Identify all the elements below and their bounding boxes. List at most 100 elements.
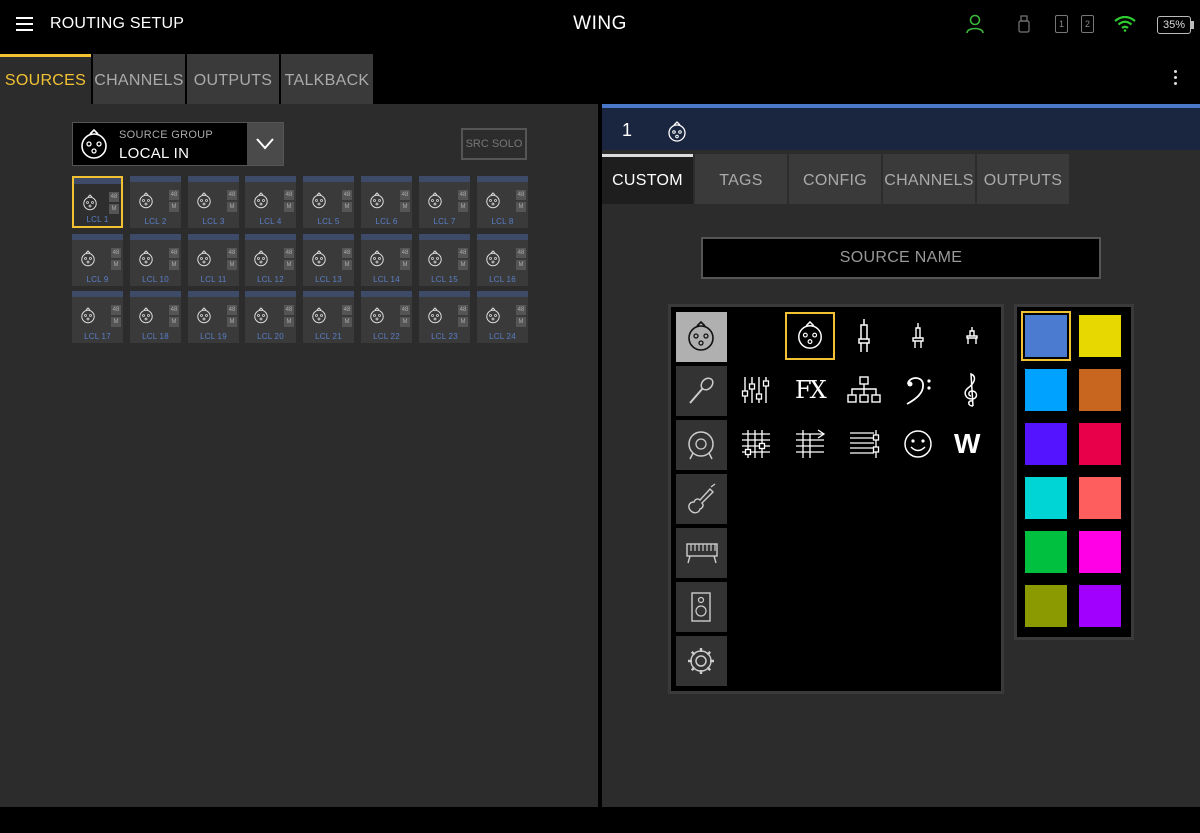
icon-option-fx[interactable]: FX <box>785 366 835 414</box>
source-tile[interactable]: 48 M LCL 1 <box>72 176 123 228</box>
source-group-dropdown[interactable] <box>247 123 283 165</box>
icon-option-mixer[interactable] <box>731 366 781 414</box>
source-tile[interactable]: 48 M LCL 22 <box>361 291 412 343</box>
source-label: LCL 13 <box>315 275 342 284</box>
icon-option-jack-large[interactable] <box>839 312 889 360</box>
color-swatch[interactable] <box>1079 315 1121 357</box>
icon-option-treble-clef[interactable] <box>947 366 997 414</box>
icon-option-main[interactable] <box>839 420 889 468</box>
source-tile[interactable]: 48 M LCL 15 <box>419 234 470 286</box>
source-tile[interactable]: 48 M LCL 11 <box>188 234 239 286</box>
color-swatch[interactable] <box>1079 369 1121 411</box>
icon-option-mini-jack[interactable] <box>947 312 997 360</box>
icon-option-jack-small[interactable] <box>893 312 943 360</box>
color-swatch[interactable] <box>1025 423 1067 465</box>
source-tile[interactable]: 48 M LCL 6 <box>361 176 412 228</box>
source-sub-tabs: CUSTOM TAGS CONFIG CHANNELS OUTPUTS <box>602 154 1200 204</box>
source-tile[interactable]: 48 M LCL 23 <box>419 291 470 343</box>
source-tile[interactable]: 48 M LCL 4 <box>245 176 296 228</box>
more-options-icon[interactable] <box>1170 70 1180 90</box>
phantom-power-badge: 48 <box>284 248 294 258</box>
source-tile[interactable]: 48 M LCL 21 <box>303 291 354 343</box>
source-label: LCL 21 <box>315 332 342 341</box>
source-group-selector[interactable]: SOURCE GROUP LOCAL IN <box>72 122 284 166</box>
xlr-icon <box>428 192 442 209</box>
drum-icon <box>688 431 714 460</box>
category-keyboard[interactable] <box>676 528 727 578</box>
tab-outputs[interactable]: OUTPUTS <box>977 154 1069 204</box>
source-tile[interactable]: 48 M LCL 19 <box>188 291 239 343</box>
color-swatch[interactable] <box>1025 531 1067 573</box>
source-tile[interactable]: 48 M LCL 13 <box>303 234 354 286</box>
source-tile[interactable]: 48 M LCL 14 <box>361 234 412 286</box>
source-tile[interactable]: 48 M LCL 24 <box>477 291 528 343</box>
tile-color-bar <box>245 176 296 182</box>
icon-option-xlr[interactable] <box>785 312 835 360</box>
category-settings[interactable] <box>676 636 727 686</box>
xlr-icon <box>254 307 268 324</box>
source-label: LCL 15 <box>431 275 458 284</box>
color-swatch[interactable] <box>1079 585 1121 627</box>
menu-icon[interactable] <box>16 17 33 31</box>
tile-color-bar <box>245 291 296 297</box>
tab-custom[interactable]: CUSTOM <box>602 154 693 204</box>
tab-talkback[interactable]: TALKBACK <box>281 54 373 104</box>
color-swatch[interactable] <box>1079 531 1121 573</box>
category-guitar[interactable] <box>676 474 727 524</box>
tile-color-bar <box>477 234 528 240</box>
tab-sources[interactable]: SOURCES <box>0 54 91 104</box>
source-tile[interactable]: 48 M LCL 18 <box>130 291 181 343</box>
source-tile[interactable]: 48 M LCL 9 <box>72 234 123 286</box>
icon-picker: FX W <box>668 304 1004 694</box>
source-tile[interactable]: 48 M LCL 3 <box>188 176 239 228</box>
xlr-icon <box>312 192 326 209</box>
icon-option-bus[interactable] <box>785 420 835 468</box>
icon-option-wing[interactable]: W <box>947 420 997 468</box>
source-tile[interactable]: 48 M LCL 16 <box>477 234 528 286</box>
source-tile[interactable]: 48 M LCL 20 <box>245 291 296 343</box>
source-tile[interactable]: 48 M LCL 5 <box>303 176 354 228</box>
icon-option-matrix[interactable] <box>731 420 781 468</box>
color-swatch[interactable] <box>1079 423 1121 465</box>
tile-color-bar <box>361 291 412 297</box>
category-drum[interactable] <box>676 420 727 470</box>
color-swatch[interactable] <box>1021 311 1071 361</box>
source-name-input[interactable]: SOURCE NAME <box>701 237 1101 279</box>
tab-config[interactable]: CONFIG <box>789 154 881 204</box>
source-tile[interactable]: 48 M LCL 12 <box>245 234 296 286</box>
tab-outputs[interactable]: OUTPUTS <box>187 54 279 104</box>
xlr-icon <box>139 307 153 324</box>
color-swatch[interactable] <box>1025 369 1067 411</box>
xlr-icon <box>370 307 384 324</box>
tile-color-bar <box>419 176 470 182</box>
source-tile[interactable]: 48 M LCL 7 <box>419 176 470 228</box>
icon-option-bass-clef[interactable] <box>893 366 943 414</box>
icon-option-smiley[interactable] <box>893 420 943 468</box>
source-tile[interactable]: 48 M LCL 8 <box>477 176 528 228</box>
mute-badge: M <box>169 260 179 270</box>
source-tile[interactable]: 48 M LCL 17 <box>72 291 123 343</box>
source-tile[interactable]: 48 M LCL 2 <box>130 176 181 228</box>
xlr-icon <box>370 250 384 267</box>
mute-badge: M <box>284 202 294 212</box>
bass-clef-icon <box>906 377 931 405</box>
tab-channels[interactable]: CHANNELS <box>883 154 975 204</box>
color-swatch[interactable] <box>1025 585 1067 627</box>
user-icon[interactable] <box>965 14 985 34</box>
tab-channels[interactable]: CHANNELS <box>93 54 185 104</box>
category-speaker[interactable] <box>676 582 727 632</box>
source-tile[interactable]: 48 M LCL 10 <box>130 234 181 286</box>
icon-option-network[interactable] <box>839 366 889 414</box>
tab-tags[interactable]: TAGS <box>695 154 787 204</box>
color-swatch[interactable] <box>1079 477 1121 519</box>
source-label: LCL 8 <box>491 217 514 226</box>
category-xlr[interactable] <box>676 312 727 362</box>
mute-badge: M <box>458 202 468 212</box>
mixer-faders-icon <box>741 377 770 403</box>
color-swatch[interactable] <box>1025 477 1067 519</box>
xlr-icon <box>688 321 714 351</box>
tile-color-bar <box>361 234 412 240</box>
src-solo-button[interactable]: SRC SOLO <box>461 128 527 160</box>
source-label: LCL 24 <box>489 332 516 341</box>
category-microphone[interactable] <box>676 366 727 416</box>
